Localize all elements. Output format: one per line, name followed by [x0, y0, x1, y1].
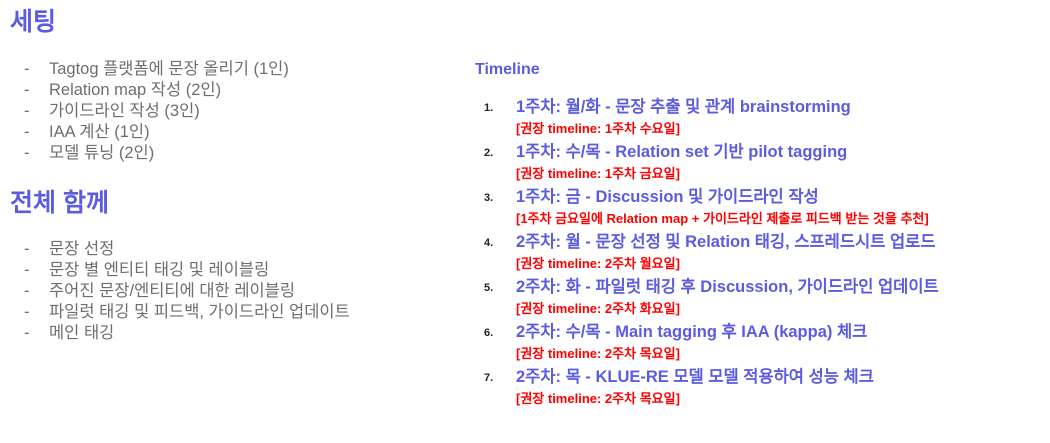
timeline-item: 3. 1주차: 금 - Discussion 및 가이드라인 작성 [1주차 금… [484, 186, 1044, 231]
list-item: - 모델 튜닝 (2인) [24, 143, 289, 164]
bullet-dash: - [24, 123, 30, 141]
bullet-dash: - [24, 282, 30, 300]
timeline-item-number: 3. [484, 192, 494, 204]
list-item: - 문장 선정 [24, 239, 350, 260]
timeline-item-deadline: [권장 timeline: 1주차 금요일] [516, 166, 680, 181]
list-item-text: 주어진 문장/엔티티에 대한 레이블링 [49, 282, 296, 300]
list-item-text: 파일럿 태깅 및 피드백, 가이드라인 업데이트 [49, 303, 350, 321]
list-item-text: Tagtog 플랫폼에 문장 올리기 (1인) [49, 60, 289, 78]
list-item-text: 모델 튜닝 (2인) [49, 144, 155, 162]
timeline-item-deadline: [권장 timeline: 2주차 화요일] [516, 301, 680, 316]
timeline-item-deadline: [1주차 금요일에 Relation map + 가이드라인 제출로 피드백 받… [516, 211, 929, 226]
bullet-dash: - [24, 303, 30, 321]
timeline-item-title: 2주차: 월 - 문장 선정 및 Relation 태깅, 스프레드시트 업로드 [516, 233, 936, 251]
bullet-dash: - [24, 261, 30, 279]
timeline-title: Timeline [475, 61, 540, 78]
timeline-item-number: 4. [484, 237, 494, 249]
timeline-item-number: 5. [484, 282, 494, 294]
together-heading: 전체 함께 [10, 189, 109, 217]
bullet-dash: - [24, 144, 30, 162]
list-item-text: 가이드라인 작성 (3인) [49, 102, 200, 120]
timeline-item-number: 2. [484, 147, 494, 159]
bullet-dash: - [24, 60, 30, 78]
settings-list: - Tagtog 플랫폼에 문장 올리기 (1인) - Relation map 작… [24, 59, 289, 164]
list-item: - 문장 별 엔티티 태깅 및 레이블링 [24, 260, 350, 281]
timeline-item: 7. 2주차: 목 - KLUE-RE 모델 모델 적용하여 성능 체크 [권장… [484, 366, 1044, 411]
list-item: - Tagtog 플랫폼에 문장 올리기 (1인) [24, 59, 289, 80]
list-item-text: 메인 태깅 [49, 324, 115, 342]
timeline-item: 4. 2주차: 월 - 문장 선정 및 Relation 태깅, 스프레드시트 … [484, 231, 1044, 276]
list-item: - 파일럿 태깅 및 피드백, 가이드라인 업데이트 [24, 302, 350, 323]
list-item: - 메인 태깅 [24, 323, 350, 344]
list-item: - Relation map 작성 (2인) [24, 80, 289, 101]
timeline-item: 5. 2주차: 화 - 파일럿 태깅 후 Discussion, 가이드라인 업… [484, 276, 1044, 321]
timeline-item-title: 1주차: 수/목 - Relation set 기반 pilot tagging [516, 143, 848, 161]
timeline-item-deadline: [권장 timeline: 1주차 수요일] [516, 121, 680, 136]
bullet-dash: - [24, 81, 30, 99]
list-item-text: 문장 선정 [49, 240, 115, 258]
timeline-item: 6. 2주차: 수/목 - Main tagging 후 IAA (kappa)… [484, 321, 1044, 366]
timeline-item-number: 1. [484, 102, 494, 114]
timeline-item-title: 2주차: 수/목 - Main tagging 후 IAA (kappa) 체크 [516, 323, 868, 341]
timeline-item-deadline: [권장 timeline: 2주차 목요일] [516, 346, 680, 361]
timeline-item-deadline: [권장 timeline: 2주차 월요일] [516, 256, 680, 271]
timeline-item: 2. 1주차: 수/목 - Relation set 기반 pilot tagg… [484, 141, 1044, 186]
timeline-item-deadline: [권장 timeline: 2주차 목요일] [516, 391, 680, 406]
bullet-dash: - [24, 102, 30, 120]
together-list: - 문장 선정 - 문장 별 엔티티 태깅 및 레이블링 - 주어진 문장/엔티티에 … [24, 239, 350, 344]
bullet-dash: - [24, 240, 30, 258]
timeline-item-number: 6. [484, 327, 494, 339]
timeline-item-title: 2주차: 목 - KLUE-RE 모델 모델 적용하여 성능 체크 [516, 368, 874, 386]
timeline-item-title: 1주차: 금 - Discussion 및 가이드라인 작성 [516, 188, 819, 206]
timeline-list: 1. 1주차: 월/화 - 문장 추출 및 관계 brainstorming [… [484, 96, 1044, 411]
timeline-item-title: 2주차: 화 - 파일럿 태깅 후 Discussion, 가이드라인 업데이트 [516, 278, 939, 296]
list-item-text: Relation map 작성 (2인) [49, 81, 222, 99]
list-item: - IAA 계산 (1인) [24, 122, 289, 143]
list-item: - 주어진 문장/엔티티에 대한 레이블링 [24, 281, 350, 302]
timeline-item-number: 7. [484, 372, 494, 384]
list-item-text: 문장 별 엔티티 태깅 및 레이블링 [49, 261, 270, 279]
list-item: - 가이드라인 작성 (3인) [24, 101, 289, 122]
bullet-dash: - [24, 324, 30, 342]
settings-heading: 세팅 [10, 8, 57, 36]
list-item-text: IAA 계산 (1인) [49, 123, 150, 141]
timeline-item-title: 1주차: 월/화 - 문장 추출 및 관계 brainstorming [516, 98, 851, 116]
timeline-item: 1. 1주차: 월/화 - 문장 추출 및 관계 brainstorming [… [484, 96, 1044, 141]
